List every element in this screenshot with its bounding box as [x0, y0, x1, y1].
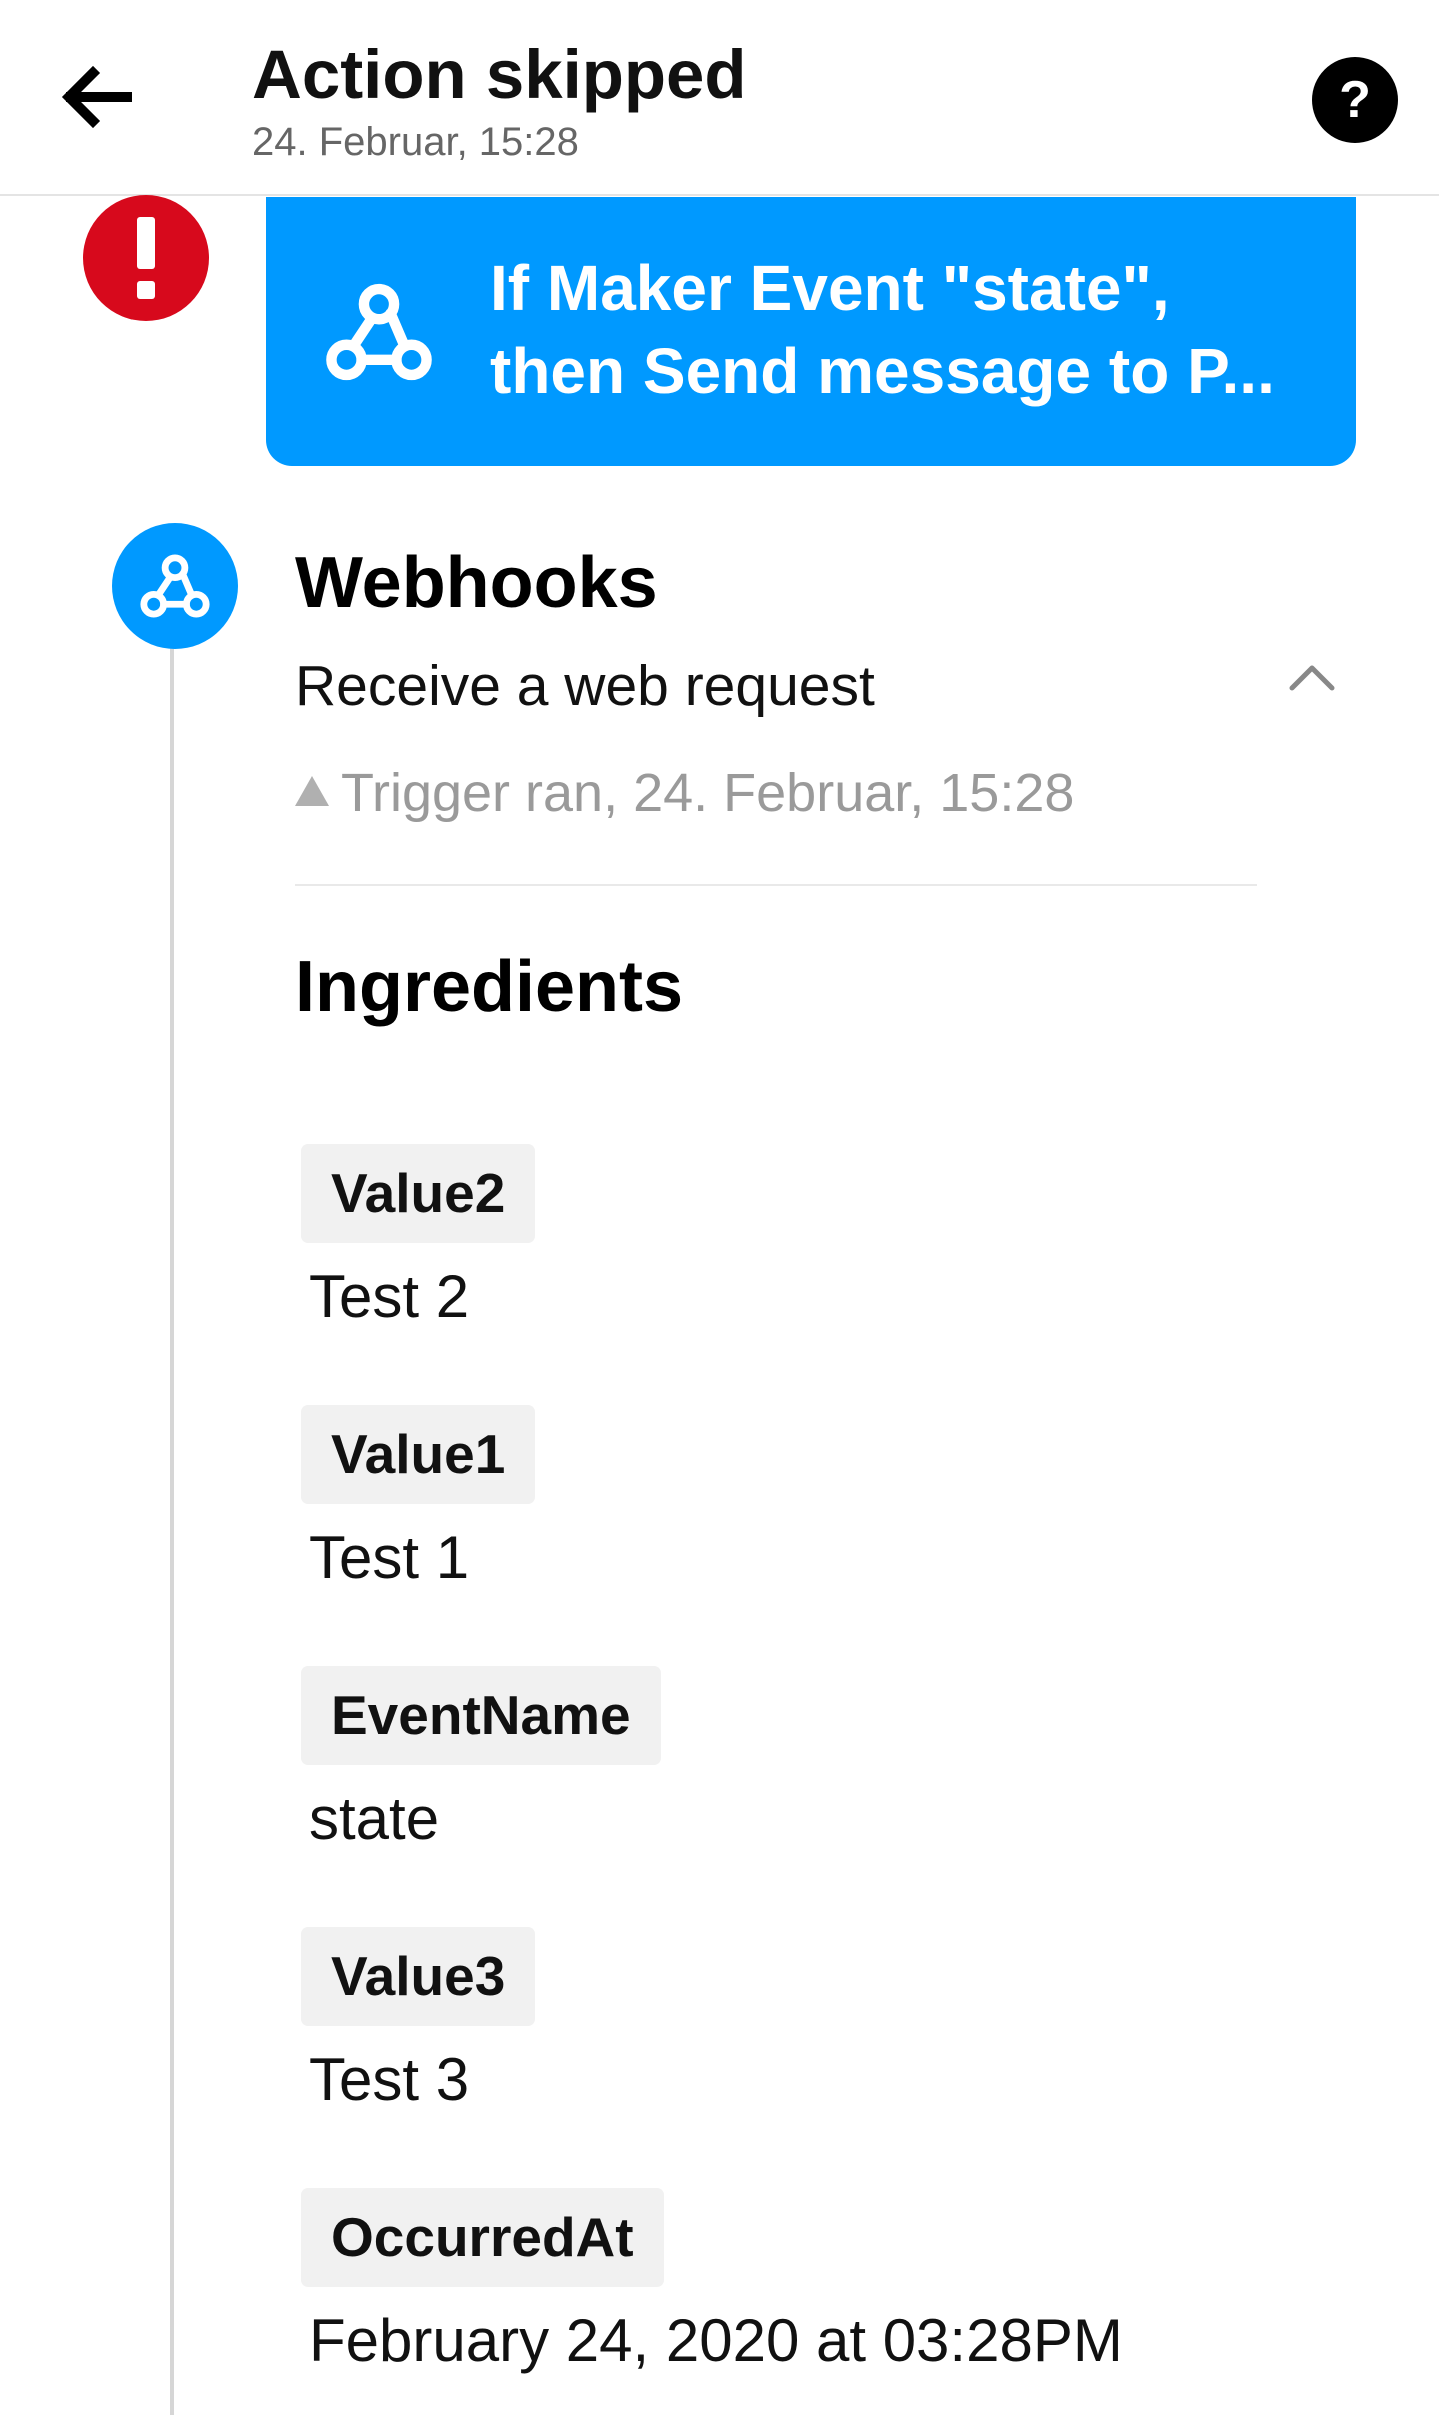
trigger-name: Receive a web request [295, 654, 875, 718]
error-status-badge [83, 195, 209, 321]
ingredient-value: state [309, 1785, 440, 1852]
applet-card[interactable]: If Maker Event "state", then Send messag… [266, 197, 1356, 466]
ingredient-name-tag: OccurredAt [301, 2188, 664, 2287]
ingredient-item: EventName state [301, 1666, 661, 1855]
ingredient-value: Test 3 [309, 2046, 470, 2113]
back-button[interactable] [52, 52, 142, 142]
chevron-up-icon [1289, 665, 1335, 691]
page-title: Action skipped [252, 36, 747, 113]
ingredient-name-tag: Value2 [301, 1144, 536, 1243]
ingredient-name-tag: Value3 [301, 1927, 536, 2026]
trigger-ran-text: Trigger ran, 24. Februar, 15:28 [341, 763, 1075, 823]
applet-title-line1: If Maker Event "state", [490, 252, 1170, 324]
ingredient-item: Value3 Test 3 [301, 1927, 536, 2116]
webhooks-icon [326, 283, 432, 381]
applet-title: If Maker Event "state", then Send messag… [490, 247, 1330, 413]
arrow-left-icon [61, 65, 132, 129]
timeline-line [170, 640, 174, 2415]
help-button[interactable]: ? [1312, 57, 1398, 143]
ingredient-item: Value2 Test 2 [301, 1144, 536, 1333]
ingredient-value: Test 2 [309, 1263, 470, 1330]
trigger-triangle-icon [295, 776, 329, 806]
ingredient-item: Value1 Test 1 [301, 1405, 536, 1594]
webhooks-icon [140, 554, 210, 618]
ingredient-item: OccurredAt February 24, 2020 at 03:28PM [301, 2188, 1123, 2377]
collapse-button[interactable] [1282, 652, 1342, 702]
trigger-ran-status: Trigger ran, 24. Februar, 15:28 [295, 760, 1074, 826]
page-subtitle-timestamp: 24. Februar, 15:28 [252, 120, 579, 164]
ingredient-name-tag: Value1 [301, 1405, 536, 1504]
header-bar: Action skipped 24. Februar, 15:28 ? [0, 0, 1439, 196]
question-circle-icon: ? [1339, 71, 1371, 129]
divider [295, 884, 1257, 886]
service-icon [112, 523, 238, 649]
exclamation-icon [137, 217, 155, 299]
ingredients-heading: Ingredients [295, 947, 684, 1027]
ingredient-value: Test 1 [309, 1524, 470, 1591]
ingredient-value: February 24, 2020 at 03:28PM [309, 2307, 1123, 2374]
applet-title-line2: then Send message to P... [490, 335, 1275, 407]
service-name: Webhooks [295, 543, 658, 623]
ingredient-name-tag: EventName [301, 1666, 661, 1765]
